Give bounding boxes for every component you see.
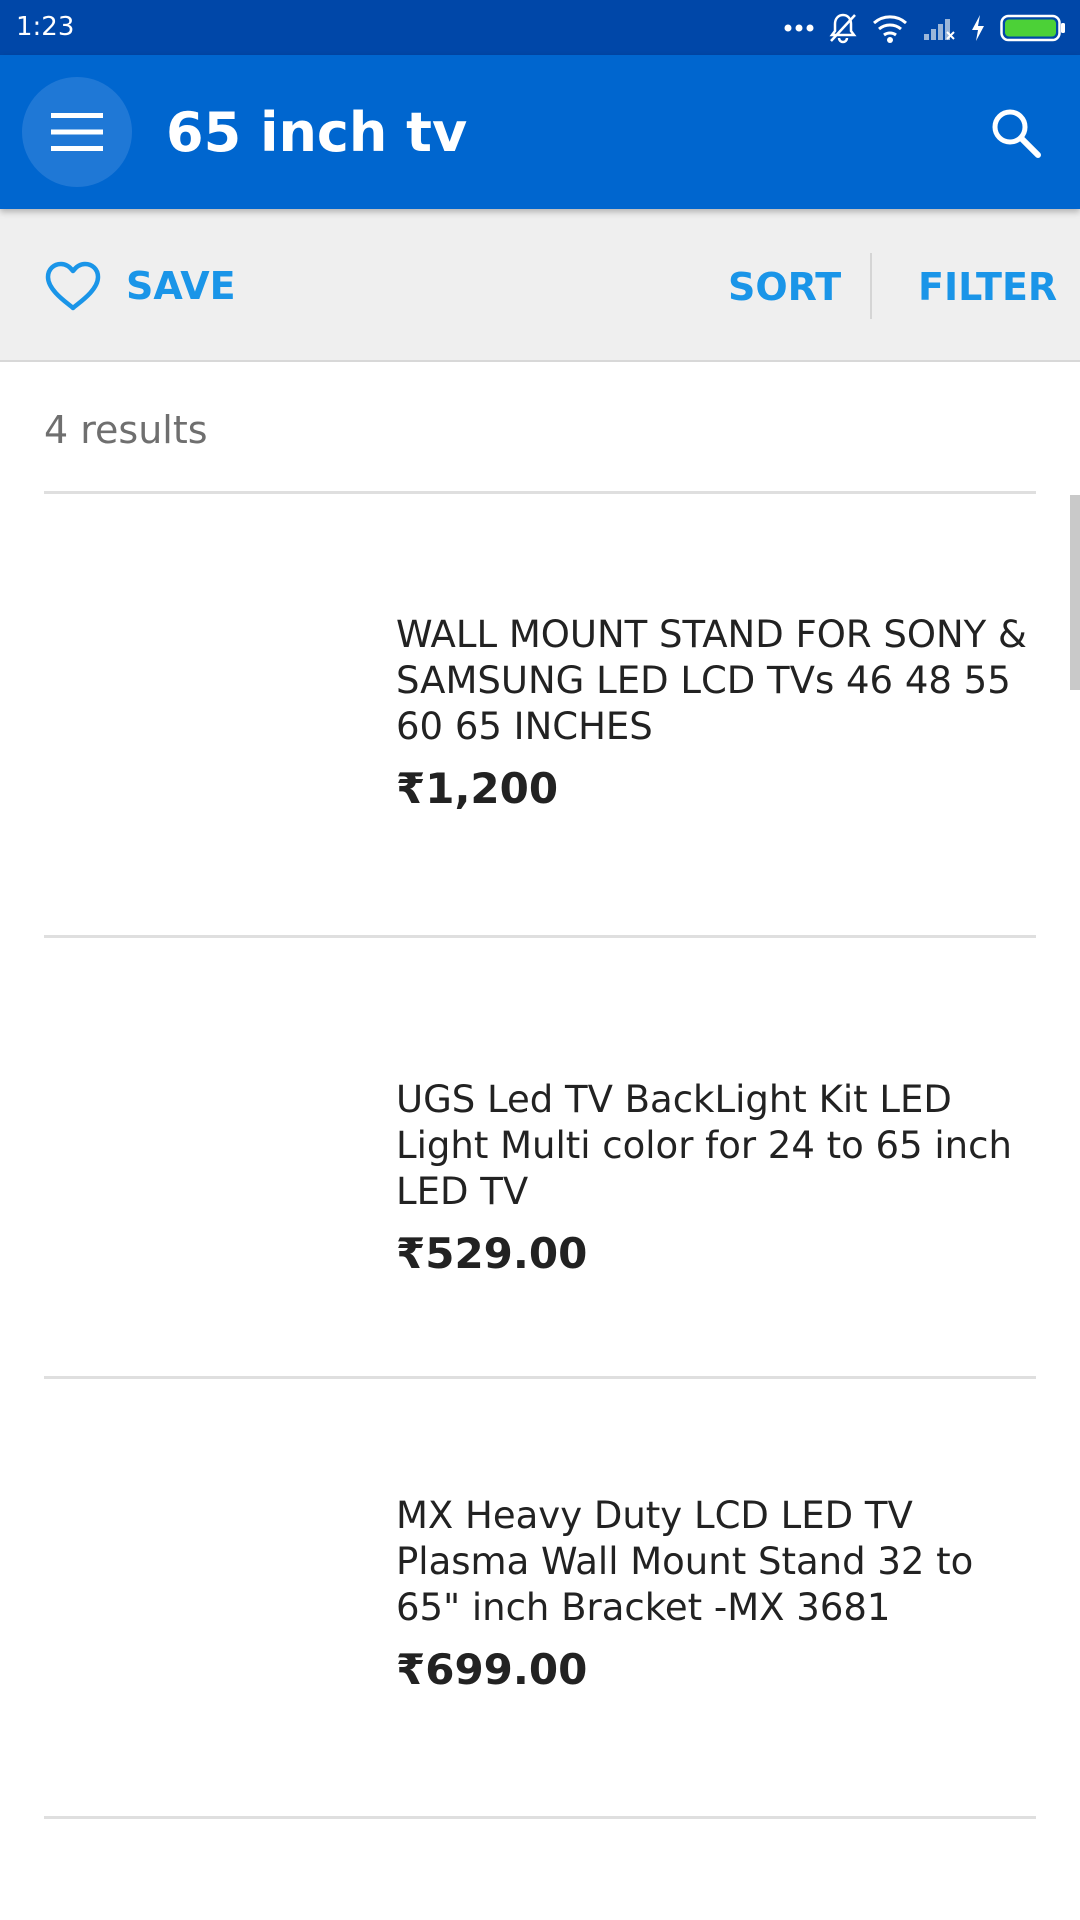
- filter-label: FILTER: [918, 265, 1058, 309]
- filter-button[interactable]: FILTER: [918, 265, 1057, 309]
- list-item[interactable]: UGS Led TV BackLight Kit LED Light Multi…: [0, 938, 1080, 1376]
- product-price: ₹1,200: [396, 764, 559, 813]
- cellular-signal-icon: [924, 19, 955, 40]
- product-title[interactable]: WALL MOUNT STAND FOR SONY & SAMSUNG LED …: [396, 612, 1046, 750]
- hamburger-menu-icon: [51, 113, 103, 151]
- product-price: ₹699.00: [396, 1645, 588, 1694]
- search-icon: [992, 109, 1041, 158]
- toolbar-divider: [870, 253, 872, 319]
- product-price: ₹529.00: [396, 1229, 588, 1278]
- sort-button[interactable]: SORT: [728, 265, 841, 309]
- list-divider: [44, 1816, 1036, 1819]
- app-bar: 65 inch tv: [0, 55, 1080, 209]
- product-info: WALL MOUNT STAND FOR SONY & SAMSUNG LED …: [396, 612, 1046, 813]
- battery-icon: [1000, 14, 1065, 42]
- product-title[interactable]: MX Heavy Duty LCD LED TV Plasma Wall Mou…: [396, 1493, 1046, 1631]
- list-item[interactable]: MX Heavy Duty LCD LED TV Plasma Wall Mou…: [0, 1379, 1080, 1816]
- save-label: SAVE: [126, 264, 236, 308]
- more-notifications-icon: [784, 24, 814, 32]
- product-info: MX Heavy Duty LCD LED TV Plasma Wall Mou…: [396, 1493, 1046, 1694]
- wifi-icon: [873, 15, 907, 43]
- status-icons: [784, 10, 1066, 46]
- menu-button[interactable]: [22, 77, 132, 187]
- product-image[interactable]: [44, 1008, 344, 1308]
- product-info: UGS Led TV BackLight Kit LED Light Multi…: [396, 1077, 1046, 1278]
- results-toolbar: SAVE SORT FILTER: [0, 209, 1080, 362]
- list-item[interactable]: WALL MOUNT STAND FOR SONY & SAMSUNG LED …: [0, 494, 1080, 935]
- sort-label: SORT: [728, 265, 842, 309]
- results-count: 4 results: [44, 408, 208, 452]
- product-image[interactable]: [44, 1449, 344, 1749]
- charging-bolt-icon: [972, 15, 984, 41]
- scrollbar-thumb[interactable]: [1070, 495, 1080, 690]
- search-button[interactable]: [976, 93, 1056, 173]
- save-search-button[interactable]: SAVE: [44, 253, 236, 319]
- muted-bell-icon: [829, 13, 857, 44]
- heart-icon: [45, 261, 101, 311]
- search-query-title[interactable]: 65 inch tv: [166, 101, 467, 164]
- product-image[interactable]: [44, 564, 344, 864]
- product-title[interactable]: UGS Led TV BackLight Kit LED Light Multi…: [396, 1077, 1046, 1215]
- status-bar: 1:23: [0, 0, 1080, 55]
- status-time: 1:23: [16, 12, 75, 42]
